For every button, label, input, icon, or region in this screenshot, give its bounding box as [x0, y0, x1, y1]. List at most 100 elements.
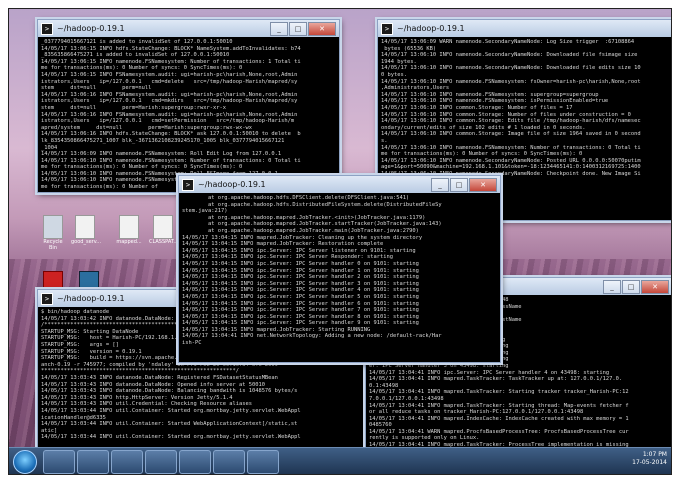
taskbar-app-icon[interactable] — [213, 450, 245, 474]
console-line: 14/05/17 13:03:44 INFO util.Container: S… — [41, 407, 301, 414]
console-line: at org.apache.hadoop.hdfs.DistributedFil… — [182, 201, 442, 208]
taskbar: 1:07 PM 17-05-2014 — [9, 447, 671, 474]
taskbar-media-icon[interactable] — [111, 450, 143, 474]
console-line: atic] — [41, 427, 58, 434]
console-output[interactable]: at org.apache.hadoop.hdfs.DFSClient.dele… — [179, 193, 500, 349]
console-line: 14/05/17 13:06:10 INFO namenode.Secondar… — [381, 65, 641, 72]
minimize-button[interactable]: _ — [270, 22, 288, 36]
window-title: ~/hadoop-0.19.1 — [198, 180, 266, 189]
console-line: lk_8354350866475271_1007 blk_-3671362108… — [41, 137, 285, 144]
console-line: 14/05/17 13:04:15 INFO ipc.Server: IPC S… — [182, 260, 419, 267]
taskbar-console-icon[interactable] — [247, 450, 279, 474]
console-line: 14/05/17 13:06:10 INFO namenode.FSNamesy… — [381, 98, 609, 105]
console-line: 14/05/17 13:04:15 INFO ipc.Server: IPC S… — [182, 287, 419, 294]
console-line: 14/05/17 13:06:10 INFO namenode.FSNamesy… — [381, 91, 599, 98]
taskbar-explorer-icon[interactable] — [77, 450, 109, 474]
console-window-namenode[interactable]: > ~/hadoop-0.19.1 _ □ ✕ _037779401566712… — [37, 19, 340, 193]
terminal-icon: > — [381, 22, 393, 35]
taskbar-skype-icon[interactable] — [179, 450, 211, 474]
taskbar-ie-icon[interactable] — [43, 450, 75, 474]
maximize-button[interactable]: □ — [450, 178, 468, 192]
console-line: me for transactions(ms): 0 Number of syn… — [41, 65, 243, 72]
console-line: 14/05/17 13:03:43 INFO datanode.DataNode… — [41, 374, 278, 381]
maximize-button[interactable]: □ — [622, 280, 640, 294]
close-button[interactable]: ✕ — [308, 22, 336, 36]
console-line: 14/05/17 13:04:15 INFO ipc.Server: IPC S… — [182, 274, 419, 281]
recycle-bin-icon — [43, 215, 63, 239]
console-line: 7.0.0.1/127.0.0.1:43498 — [369, 395, 444, 402]
console-line: rently is supported only on Linux. — [369, 435, 480, 442]
desktop-icon-label: mapped... — [116, 239, 142, 245]
console-line: at org.apache.hadoop.mapred.JobTracker.s… — [182, 221, 442, 228]
close-button[interactable]: ✕ — [641, 280, 669, 294]
console-line: _1004 — [41, 144, 58, 151]
console-line: 14/05/17 13:06:15 INFO FSNamesystem.audi… — [41, 71, 298, 78]
console-line: 14/05/17 13:04:15 INFO ipc.Server: IPC S… — [182, 313, 419, 320]
maximize-button[interactable]: □ — [289, 22, 307, 36]
console-line: 14/05/17 13:06:16 INFO FSNamesystem.audi… — [41, 111, 298, 118]
console-line: 14/05/17 13:06:09 WARN namenode.Secondar… — [381, 39, 635, 45]
console-line: 14/05/17 13:06:10 INFO common.Storage: N… — [381, 111, 631, 118]
desktop: Recycle Bin good_serv... mapped... CLASS… — [8, 8, 672, 475]
clock-date: 17-05-2014 — [632, 459, 667, 466]
console-line: at org.apache.hadoop.hdfs.DFSClient.dele… — [182, 195, 410, 201]
console-line: 14/05/17 13:06:10 INFO namenode.FSNamesy… — [381, 144, 641, 151]
console-line: 14/05/17 13:04:41 INFO mapred.TaskTracke… — [369, 402, 629, 409]
console-line: 14/05/17 13:06:10 INFO namenode.Secondar… — [381, 157, 641, 164]
console-line: 0 bytes. — [381, 71, 407, 78]
console-line: or all reduce tasks on tracker_Harish-PC… — [369, 409, 584, 416]
close-button[interactable]: ✕ — [469, 178, 497, 192]
desktop-icon-label: good_serv... — [71, 239, 102, 245]
console-line: 0.1:43498 — [369, 382, 399, 389]
console-line: stem dst=null perm=Harish:supergroup:rwx… — [41, 104, 226, 111]
console-line: at org.apache.hadoop.mapred.JobTracker.m… — [182, 227, 419, 234]
console-line: ondary/current/edits of size 102 edits #… — [381, 124, 586, 131]
console-line: apred/system dst=null perm=Harish:superg… — [41, 124, 252, 131]
console-line: 14/05/17 13:06:16 INFO hdfs.StateChange:… — [41, 131, 301, 138]
terminal-icon: > — [41, 22, 53, 35]
minimize-button[interactable]: _ — [603, 280, 621, 294]
window-titlebar[interactable]: > ~/hadoop-0.19.1 _ □ ✕ — [179, 176, 500, 193]
console-line: 14/05/17 13:06:10 INFO common.Storage: N… — [381, 104, 573, 111]
console-line: 14/05/17 13:06:10 INFO common.Storage: E… — [381, 118, 641, 125]
console-output[interactable]: 14/05/17 13:06:09 WARN namenode.Secondar… — [378, 37, 671, 186]
console-window-jobtracker[interactable]: > ~/hadoop-0.19.1 _ □ ✕ at org.apache.ha… — [178, 175, 501, 363]
console-line: 14/05/17 13:06:10 INFO namenode.Secondar… — [381, 52, 638, 59]
console-line: stem dst=null perm=null — [41, 85, 152, 92]
console-line: 14/05/17 13:06:15 INFO hdfs.StateChange:… — [41, 45, 301, 52]
desktop-icon-label: CLASSPAT... — [149, 239, 179, 245]
console-line: er: IPC Server handler 3 on 43498: start… — [369, 362, 509, 369]
console-line: 14/05/17 13:04:41 INFO mapred.IndexCache… — [369, 415, 629, 422]
console-line: ****************************************… — [41, 368, 239, 375]
console-line: age=1&port=50090&machine=192.168.1.101&t… — [381, 164, 641, 171]
console-output[interactable]: _0377794015667121 is added to invalidSet… — [38, 37, 339, 192]
system-tray[interactable]: 1:07 PM 17-05-2014 — [632, 451, 667, 467]
document-icon — [153, 215, 173, 239]
console-line: 14/05/17 13:06:10 INFO namenode.FSNamesy… — [41, 157, 301, 164]
console-line: 0485760 — [369, 422, 392, 429]
console-line: stem.java:217) — [182, 208, 228, 215]
taskbar-firefox-icon[interactable] — [145, 450, 177, 474]
terminal-icon: > — [182, 178, 194, 191]
start-button[interactable] — [13, 450, 37, 474]
desktop-icon-file[interactable]: CLASSPAT... — [149, 215, 179, 245]
console-line: 14/05/17 13:06:10 INFO namenode.FSNamesy… — [381, 78, 641, 85]
window-titlebar[interactable]: > ~/hadoop-0.19.1 — [378, 20, 671, 37]
desktop-icon-recycle-bin[interactable]: Recycle Bin — [39, 215, 67, 251]
clock-time: 1:07 PM — [642, 451, 667, 458]
desktop-icon-file[interactable]: mapped... — [115, 215, 143, 245]
minimize-button[interactable]: _ — [431, 178, 449, 192]
console-line: 14/05/17 13:04:41 WARN mapred.ProcfsBase… — [369, 428, 629, 435]
document-icon — [119, 215, 139, 239]
console-line: 14/05/17 13:04:41 INFO mapred.TaskTracke… — [369, 376, 623, 383]
desktop-icon-file[interactable]: good_serv... — [71, 215, 102, 245]
console-line: at org.apache.hadoop.mapred.JobTracker.<… — [182, 214, 426, 221]
console-line: 14/05/17 13:03:43 INFO datanode.DataNode… — [41, 388, 298, 395]
window-title: ~/hadoop-0.19.1 — [57, 24, 125, 33]
console-line: istrators,Users ip=/127.0.0.1 cmd=setPer… — [41, 118, 295, 125]
console-line: 14/05/17 13:06:15 INFO namenode.FSNamesy… — [41, 58, 301, 65]
console-line: me for transactions(ms): 0 Number of syn… — [381, 151, 583, 158]
console-line: 14/05/17 13:04:15 INFO mapred.JobTracker… — [182, 241, 384, 248]
console-line: icationHandler@d6335 — [41, 414, 106, 421]
window-titlebar[interactable]: > ~/hadoop-0.19.1 _ □ ✕ — [38, 20, 339, 37]
